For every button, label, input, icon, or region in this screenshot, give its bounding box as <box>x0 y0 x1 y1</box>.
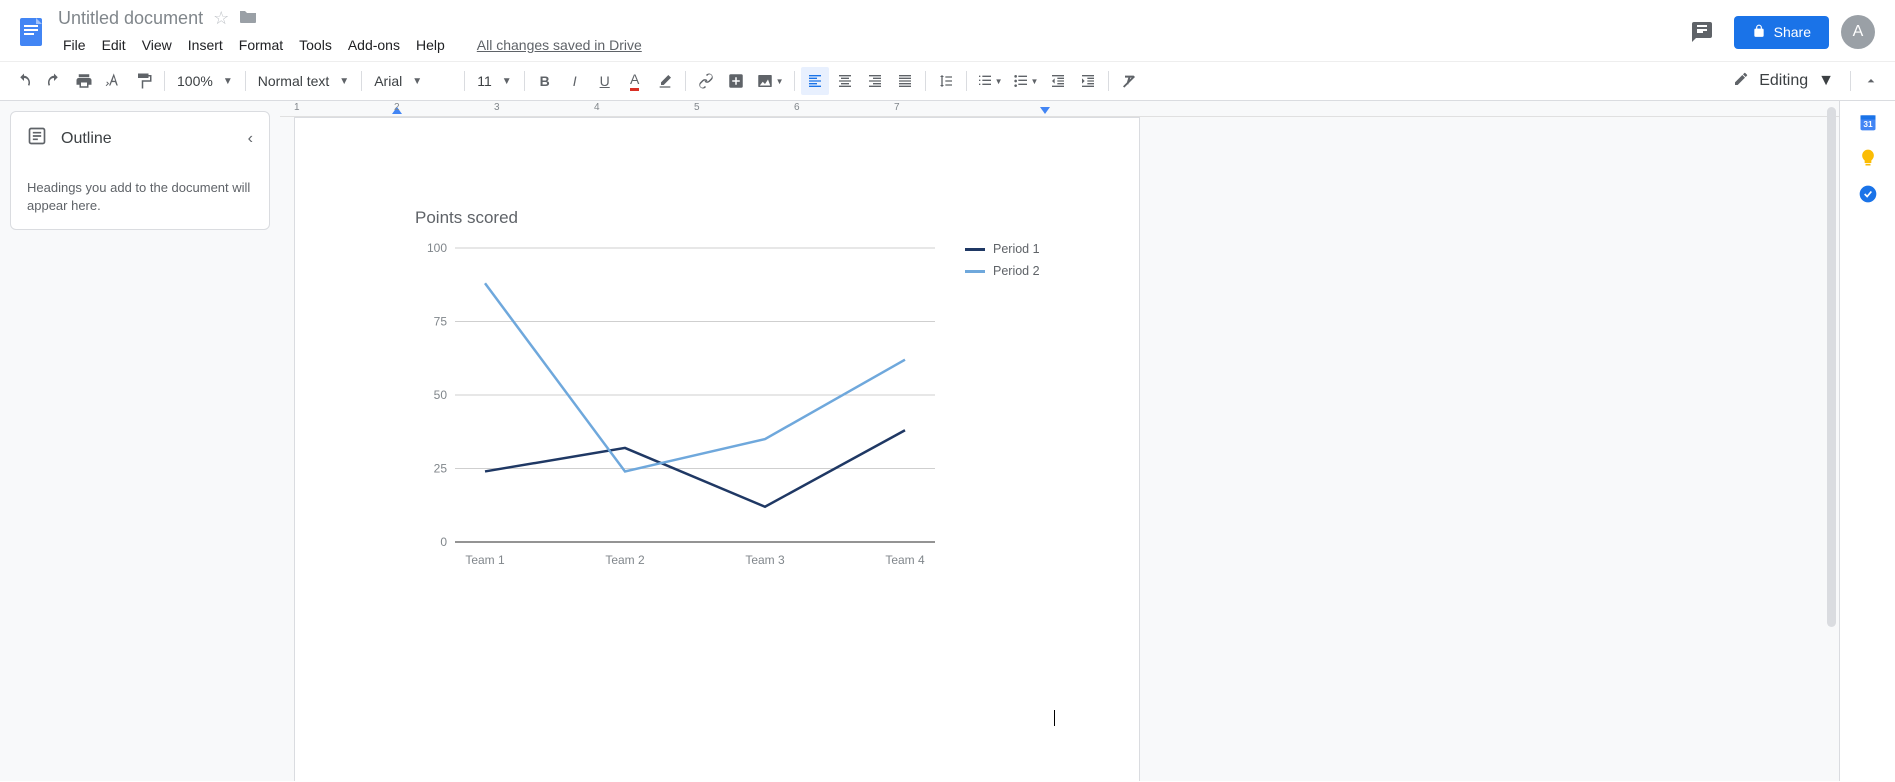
bullet-list-icon[interactable]: ▼ <box>1009 67 1043 95</box>
line-spacing-icon[interactable] <box>932 67 960 95</box>
outline-title: Outline <box>61 130 112 148</box>
share-button[interactable]: Share <box>1734 16 1829 49</box>
svg-text:100: 100 <box>427 241 447 255</box>
text-cursor <box>1054 710 1056 726</box>
ruler-mark: 6 <box>794 102 800 113</box>
calendar-icon[interactable]: 31 <box>1857 111 1879 133</box>
editing-mode-label: Editing <box>1759 72 1808 90</box>
text-color-icon[interactable]: A <box>621 67 649 95</box>
indent-increase-icon[interactable] <box>1074 67 1102 95</box>
lock-icon <box>1752 24 1766 41</box>
svg-text:75: 75 <box>434 315 448 329</box>
comment-add-icon[interactable] <box>722 67 750 95</box>
highlight-icon[interactable] <box>651 67 679 95</box>
menu-view[interactable]: View <box>135 33 179 57</box>
svg-text:Team 3: Team 3 <box>745 553 785 567</box>
numbered-list-icon[interactable]: ▼ <box>973 67 1007 95</box>
ruler-mark: 2 <box>394 102 400 113</box>
page[interactable]: Points scored 0 25 50 75 100 Team 1 Team 2 Team… <box>294 117 1140 781</box>
svg-text:31: 31 <box>1863 119 1873 129</box>
ruler-mark: 5 <box>694 102 700 113</box>
pencil-icon <box>1733 71 1749 92</box>
print-icon[interactable] <box>70 67 98 95</box>
app-header: Untitled document ☆ File Edit View Inser… <box>0 0 1895 61</box>
horizontal-ruler[interactable]: 1 2 3 4 5 6 7 <box>280 101 1839 117</box>
share-label: Share <box>1774 24 1811 40</box>
bold-icon[interactable]: B <box>531 67 559 95</box>
font-select[interactable]: Arial▼ <box>368 73 458 89</box>
collapse-outline-icon[interactable]: ‹ <box>248 130 253 148</box>
scrollbar[interactable] <box>1825 101 1838 781</box>
fontsize-select[interactable]: 11▼ <box>471 73 517 89</box>
align-center-icon[interactable] <box>831 67 859 95</box>
paint-format-icon[interactable] <box>130 67 158 95</box>
ruler-mark: 4 <box>594 102 600 113</box>
underline-icon[interactable]: U <box>591 67 619 95</box>
align-right-icon[interactable] <box>861 67 889 95</box>
menu-addons[interactable]: Add-ons <box>341 33 407 57</box>
account-avatar[interactable]: A <box>1841 15 1875 49</box>
menu-insert[interactable]: Insert <box>181 33 230 57</box>
comments-icon[interactable] <box>1682 12 1722 52</box>
style-select[interactable]: Normal text▼ <box>252 73 355 89</box>
tasks-icon[interactable] <box>1857 183 1879 205</box>
menu-format[interactable]: Format <box>232 33 290 57</box>
redo-icon[interactable] <box>40 67 68 95</box>
ruler-mark: 1 <box>294 102 300 113</box>
svg-text:25: 25 <box>434 462 448 476</box>
folder-icon[interactable] <box>239 8 257 29</box>
keep-icon[interactable] <box>1857 147 1879 169</box>
ruler-mark: 7 <box>894 102 900 113</box>
svg-text:0: 0 <box>440 535 447 549</box>
indent-decrease-icon[interactable] <box>1044 67 1072 95</box>
legend-item: Period 2 <box>965 264 1040 278</box>
svg-text:Team 4: Team 4 <box>885 553 925 567</box>
menu-bar: File Edit View Insert Format Tools Add-o… <box>52 31 649 61</box>
outline-icon <box>27 126 47 151</box>
align-justify-icon[interactable] <box>891 67 919 95</box>
undo-icon[interactable] <box>10 67 38 95</box>
menu-edit[interactable]: Edit <box>95 33 133 57</box>
menu-tools[interactable]: Tools <box>292 33 339 57</box>
side-panel: 31 <box>1839 101 1895 781</box>
menu-file[interactable]: File <box>56 33 93 57</box>
svg-text:Team 2: Team 2 <box>605 553 645 567</box>
collapse-toolbar-icon[interactable] <box>1857 67 1885 95</box>
editing-mode-select[interactable]: Editing ▼ <box>1723 71 1844 92</box>
menu-help[interactable]: Help <box>409 33 452 57</box>
save-status[interactable]: All changes saved in Drive <box>470 33 649 57</box>
chart[interactable]: 0 25 50 75 100 Team 1 Team 2 Team 3 Team 4 Perio… <box>415 242 1041 572</box>
toolbar: 100%▼ Normal text▼ Arial▼ 11▼ B I U A ▼ … <box>0 61 1895 101</box>
star-icon[interactable]: ☆ <box>213 8 229 29</box>
italic-icon[interactable]: I <box>561 67 589 95</box>
ruler-mark: 3 <box>494 102 500 113</box>
spellcheck-icon[interactable] <box>100 67 128 95</box>
svg-text:Team 1: Team 1 <box>465 553 505 567</box>
docs-logo-icon[interactable] <box>12 6 52 54</box>
chart-title: Points scored <box>415 208 1041 228</box>
doc-title[interactable]: Untitled document <box>58 8 203 29</box>
chart-legend: Period 1 Period 2 <box>965 242 1040 572</box>
outline-message: Headings you add to the document will ap… <box>27 179 253 215</box>
document-canvas[interactable]: 1 2 3 4 5 6 7 Points scored 0 25 50 75 100 Team 1 Te… <box>280 101 1839 781</box>
svg-text:50: 50 <box>434 388 448 402</box>
align-left-icon[interactable] <box>801 67 829 95</box>
link-icon[interactable] <box>692 67 720 95</box>
legend-item: Period 1 <box>965 242 1040 256</box>
outline-panel: Outline ‹ Headings you add to the docume… <box>0 101 280 781</box>
clear-formatting-icon[interactable] <box>1115 67 1143 95</box>
chart-plot: 0 25 50 75 100 Team 1 Team 2 Team 3 Team 4 <box>415 242 945 572</box>
image-icon[interactable]: ▼ <box>752 67 788 95</box>
zoom-select[interactable]: 100%▼ <box>171 73 239 89</box>
